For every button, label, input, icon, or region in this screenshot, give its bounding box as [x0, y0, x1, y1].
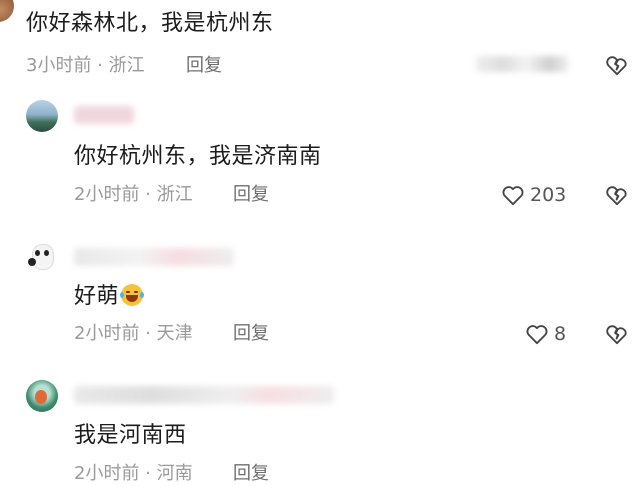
- emoji-eye: [134, 291, 139, 293]
- comment-time: 2小时前: [74, 463, 140, 484]
- comment-location: 河南: [156, 463, 193, 484]
- avatar-panda-arm: [28, 258, 36, 266]
- heart-icon: [524, 321, 550, 347]
- meta-separator: ·: [145, 463, 151, 484]
- username-blurred[interactable]: [74, 106, 134, 124]
- emoji-mouth: [126, 295, 139, 302]
- meta-separator: ·: [97, 55, 103, 76]
- emoji-eye: [126, 291, 131, 293]
- comment-meta: 2小时前 · 天津: [74, 322, 193, 346]
- comment-location: 天津: [156, 323, 193, 344]
- comment-location: 浙江: [108, 55, 145, 76]
- broken-heart-icon[interactable]: [604, 321, 630, 351]
- avatar[interactable]: [0, 0, 14, 22]
- like-button[interactable]: 8: [524, 321, 566, 347]
- avatar[interactable]: [26, 100, 58, 132]
- reply-button[interactable]: 回复: [186, 54, 222, 78]
- comment-text: 你好森林北，我是杭州东: [26, 11, 274, 36]
- like-count: 8: [554, 323, 567, 345]
- comment-time: 2小时前: [74, 323, 140, 344]
- broken-heart-icon[interactable]: [604, 182, 630, 212]
- meta-separator: ·: [145, 323, 151, 344]
- blurred-like-area: [476, 56, 568, 72]
- reply-button[interactable]: 回复: [233, 322, 269, 346]
- comment-meta: 2小时前 · 河南: [74, 462, 193, 486]
- comment-text: 你好杭州东，我是济南南: [74, 144, 322, 169]
- comment-location: 浙江: [156, 184, 193, 205]
- laughing-tears-emoji: [120, 284, 145, 306]
- like-count: 203: [530, 184, 567, 206]
- comment-time: 3小时前: [26, 55, 92, 76]
- heart-icon: [500, 182, 526, 208]
- avatar[interactable]: [26, 380, 58, 412]
- avatar[interactable]: [26, 240, 58, 272]
- avatar-bird: [35, 390, 47, 404]
- emoji-tear: [120, 292, 125, 298]
- comment-text: 好萌: [74, 283, 145, 311]
- emoji-tear: [140, 292, 145, 298]
- username-blurred[interactable]: [74, 386, 334, 404]
- broken-heart-icon[interactable]: [604, 52, 630, 82]
- like-button[interactable]: 203: [500, 182, 566, 208]
- avatar-panda-eye: [44, 250, 49, 256]
- reply-button[interactable]: 回复: [233, 183, 269, 207]
- comment-text-body: 好萌: [74, 284, 120, 309]
- username-blurred[interactable]: [74, 248, 234, 266]
- reply-button[interactable]: 回复: [233, 462, 269, 486]
- avatar-panda-body: [32, 244, 54, 270]
- comment-text: 我是河南西: [74, 423, 187, 448]
- comment-meta: 3小时前 · 浙江: [26, 54, 145, 78]
- meta-separator: ·: [145, 184, 151, 205]
- comment-meta: 2小时前 · 浙江: [74, 183, 193, 207]
- avatar-panda-eye: [35, 250, 40, 256]
- comment-time: 2小时前: [74, 184, 140, 205]
